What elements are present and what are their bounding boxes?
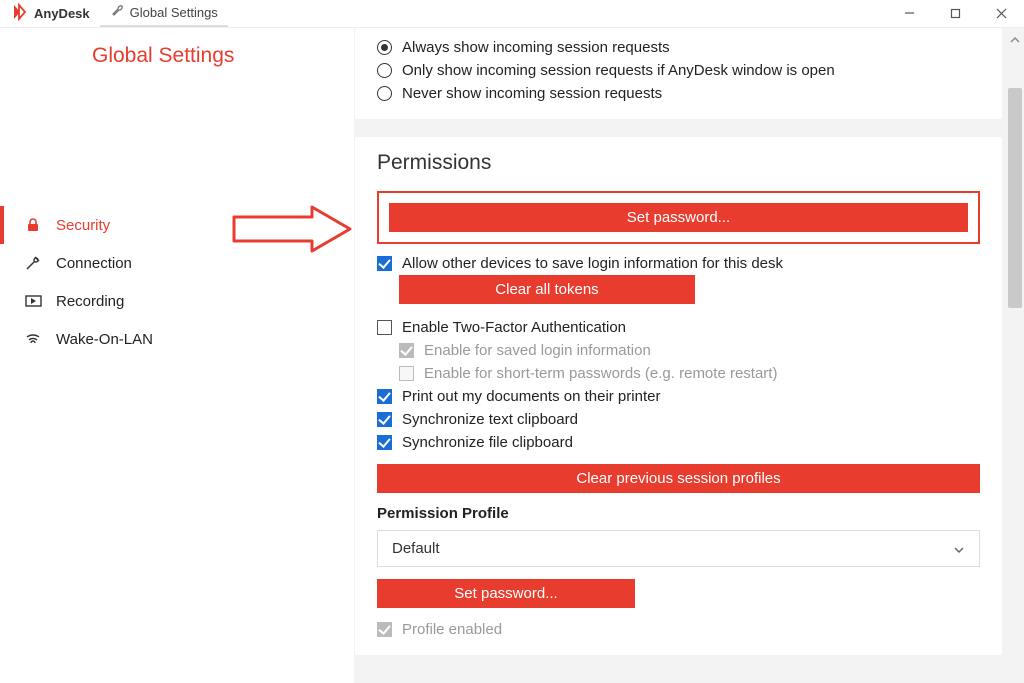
plug-icon [24,254,42,272]
set-password-button-2[interactable]: Set password... [377,579,635,608]
checkbox-label: Enable for saved login information [424,342,651,359]
checkbox-label: Synchronize file clipboard [402,434,573,451]
permissions-heading: Permissions [377,151,980,175]
title-bar: AnyDesk Global Settings [0,0,1024,28]
wifi-icon [24,330,42,348]
radio-never-show[interactable]: Never show incoming session requests [377,82,980,105]
close-button[interactable] [978,0,1024,28]
sidebar: Global Settings Security Connection Reco… [0,28,355,683]
sidebar-item-security[interactable]: Security [0,206,354,244]
checkbox-icon [377,412,392,427]
checkbox-allow-save-login[interactable]: Allow other devices to save login inform… [377,252,980,275]
wrench-icon [110,4,124,21]
tab-label: Global Settings [130,5,218,20]
sidebar-title: Global Settings [0,28,354,96]
radio-icon [377,40,392,55]
lock-icon [24,216,42,234]
checkbox-icon [377,320,392,335]
app-name: AnyDesk [34,6,90,21]
clear-profiles-button[interactable]: Clear previous session profiles [377,464,980,493]
radio-always-show[interactable]: Always show incoming session requests [377,36,980,59]
radio-label: Never show incoming session requests [402,85,662,102]
profile-select-value: Default [392,540,440,557]
scrollbar-vertical[interactable] [1006,28,1024,683]
sidebar-item-wake-on-lan[interactable]: Wake-On-LAN [0,320,354,358]
checkbox-two-factor-short: Enable for short-term passwords (e.g. re… [399,362,980,385]
checkbox-label: Allow other devices to save login inform… [402,255,783,272]
sidebar-item-label: Security [56,217,110,234]
radio-label: Always show incoming session requests [402,39,670,56]
minimize-button[interactable] [886,0,932,28]
content-area: Always show incoming session requests On… [355,28,1024,683]
clear-tokens-button[interactable]: Clear all tokens [399,275,695,304]
checkbox-two-factor-saved: Enable for saved login information [399,339,980,362]
radio-icon [377,86,392,101]
set-password-button[interactable]: Set password... [389,203,968,232]
app-tab[interactable]: AnyDesk [0,3,100,24]
window-controls [886,0,1024,28]
chevron-down-icon [953,543,965,555]
radio-icon [377,63,392,78]
checkbox-two-factor[interactable]: Enable Two-Factor Authentication [377,316,980,339]
record-icon [24,292,42,310]
checkbox-icon [377,622,392,637]
maximize-button[interactable] [932,0,978,28]
profile-select[interactable]: Default [377,530,980,567]
checkbox-sync-text[interactable]: Synchronize text clipboard [377,408,980,431]
sidebar-item-connection[interactable]: Connection [0,244,354,282]
radio-label: Only show incoming session requests if A… [402,62,835,79]
checkbox-icon [377,435,392,450]
sidebar-item-label: Wake-On-LAN [56,331,153,348]
checkbox-label: Enable for short-term passwords (e.g. re… [424,365,777,382]
highlight-annotation: Set password... [377,191,980,244]
checkbox-icon [399,343,414,358]
checkbox-label: Print out my documents on their printer [402,388,660,405]
checkbox-profile-enabled: Profile enabled [377,618,980,641]
checkbox-icon [377,389,392,404]
checkbox-sync-file[interactable]: Synchronize file clipboard [377,431,980,454]
scrollbar-thumb[interactable] [1008,88,1022,308]
sidebar-item-label: Recording [56,293,124,310]
session-requests-panel: Always show incoming session requests On… [355,28,1002,119]
checkbox-label: Enable Two-Factor Authentication [402,319,626,336]
sidebar-item-label: Connection [56,255,132,272]
permissions-panel: Permissions Set password... Allow other … [355,137,1002,655]
checkbox-icon [399,366,414,381]
checkbox-label: Synchronize text clipboard [402,411,578,428]
tab-global-settings[interactable]: Global Settings [100,0,228,27]
checkbox-print-docs[interactable]: Print out my documents on their printer [377,385,980,408]
checkbox-icon [377,256,392,271]
anydesk-logo-icon [10,3,28,24]
permission-profile-heading: Permission Profile [377,505,980,522]
checkbox-label: Profile enabled [402,621,502,638]
sidebar-item-recording[interactable]: Recording [0,282,354,320]
scroll-up-icon [1010,32,1020,42]
radio-only-window-open[interactable]: Only show incoming session requests if A… [377,59,980,82]
